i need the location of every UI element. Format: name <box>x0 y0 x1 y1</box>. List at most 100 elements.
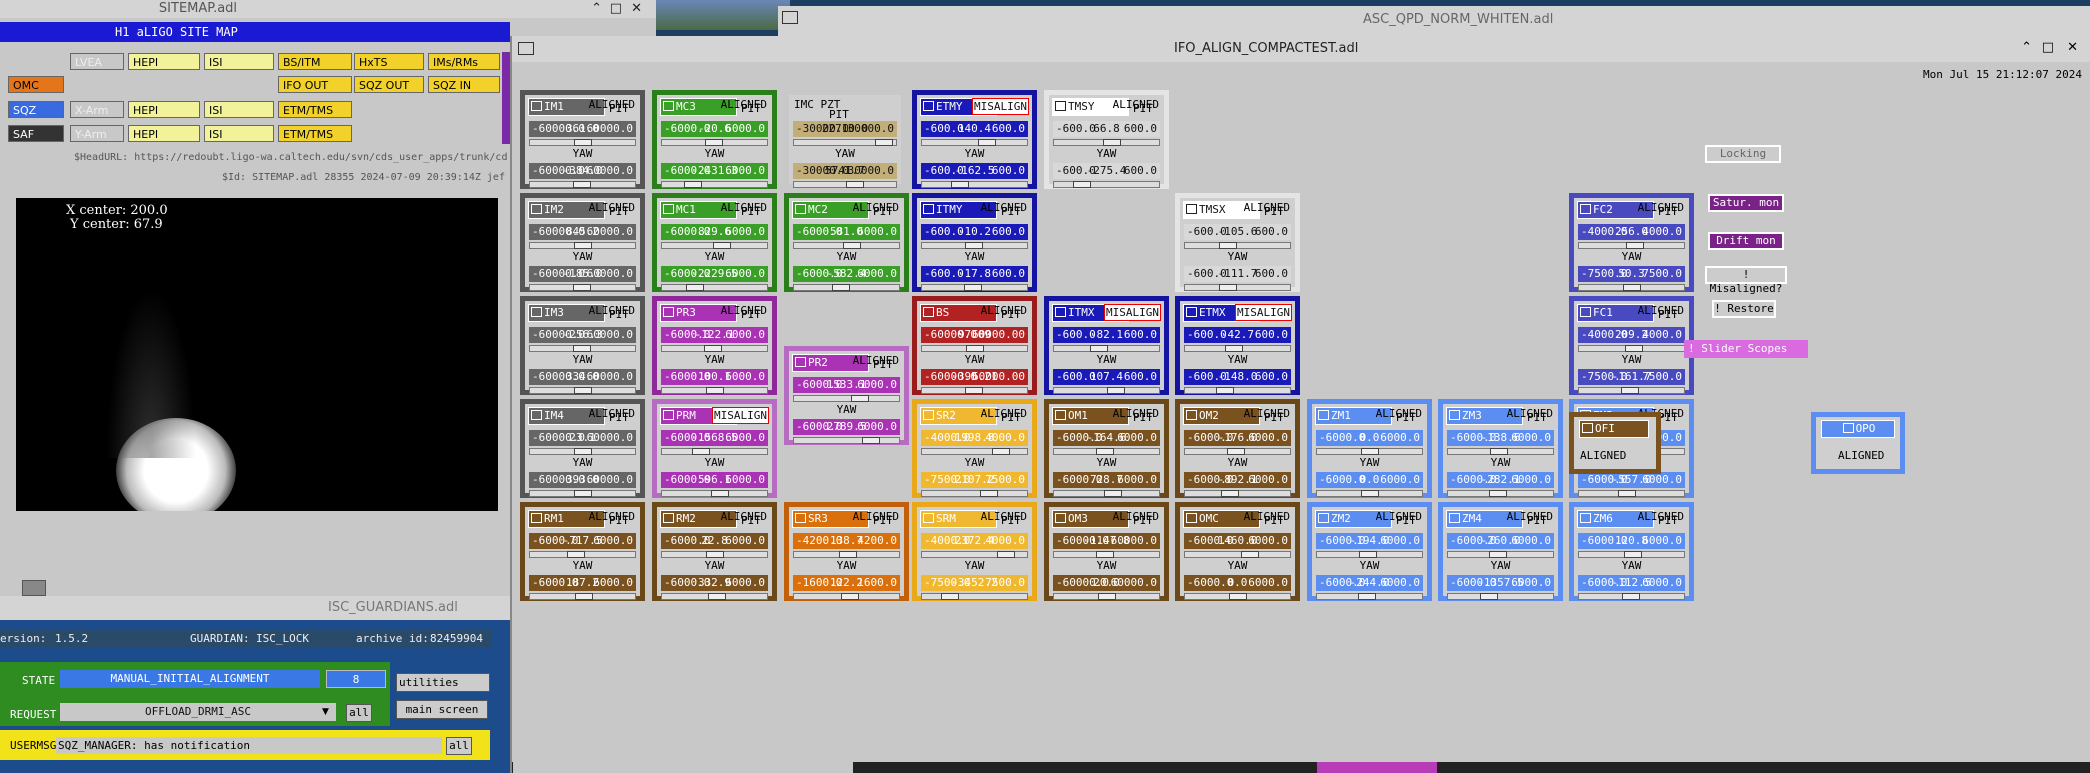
slider-handle[interactable] <box>573 490 592 497</box>
chevron-down-icon[interactable]: ▼ <box>322 707 329 717</box>
maximize-icon[interactable]: □ <box>2042 40 2054 55</box>
yaw-slider[interactable] <box>921 181 1028 188</box>
yaw-slider[interactable] <box>1184 593 1291 600</box>
slider-handle[interactable] <box>1625 242 1644 249</box>
slider-handle[interactable] <box>1617 490 1636 497</box>
pit-slider[interactable] <box>1578 242 1685 249</box>
pit-slider[interactable] <box>661 242 768 249</box>
yaw-slider[interactable] <box>921 387 1028 394</box>
slider-handle[interactable] <box>1241 551 1260 558</box>
slider-handle[interactable] <box>1621 387 1640 394</box>
pit-slider[interactable] <box>529 345 636 352</box>
pit-slider[interactable] <box>1053 345 1160 352</box>
request-select[interactable]: OFFLOAD_DRMI_ASC <box>60 703 336 721</box>
pit-slider[interactable] <box>529 242 636 249</box>
slider-handle[interactable] <box>1106 387 1125 394</box>
slider-handle[interactable] <box>1358 593 1377 600</box>
slider-handle[interactable] <box>1219 242 1238 249</box>
slider-handle[interactable] <box>573 345 592 352</box>
pit-slider[interactable] <box>661 448 768 455</box>
opo-button[interactable]: OPO <box>1821 420 1895 438</box>
yaw-slider[interactable] <box>529 593 636 600</box>
main-screen-button[interactable]: main screen <box>396 700 488 719</box>
yaw-slider[interactable] <box>921 284 1028 291</box>
slider-scopes-button[interactable]: ! Slider Scopes <box>1684 340 1808 358</box>
slider-handle[interactable] <box>1358 551 1377 558</box>
slider-handle[interactable] <box>1103 139 1122 146</box>
slider-handle[interactable] <box>1224 345 1243 352</box>
yaw-slider[interactable] <box>1447 490 1554 497</box>
yaw-slider[interactable] <box>1184 284 1291 291</box>
slider-handle[interactable] <box>874 139 893 146</box>
yaw-slider[interactable] <box>661 181 768 188</box>
sitemap-saf[interactable]: SAF <box>8 125 64 142</box>
slider-handle[interactable] <box>980 490 999 497</box>
slider-handle[interactable] <box>963 284 982 291</box>
sitemap-etm-tms-2[interactable]: ETM/TMS <box>278 125 352 142</box>
slider-handle[interactable] <box>1218 284 1237 291</box>
slider-handle[interactable] <box>965 387 984 394</box>
slider-handle[interactable] <box>573 181 592 188</box>
slider-handle[interactable] <box>1220 490 1239 497</box>
pit-slider[interactable] <box>1578 345 1685 352</box>
close-icon[interactable]: ✕ <box>2067 40 2078 55</box>
pit-slider[interactable] <box>1053 448 1160 455</box>
yaw-slider[interactable] <box>1578 490 1685 497</box>
slider-handle[interactable] <box>573 139 592 146</box>
pit-slider[interactable] <box>1184 551 1291 558</box>
slider-handle[interactable] <box>1096 448 1115 455</box>
slider-handle[interactable] <box>1623 551 1642 558</box>
slider-handle[interactable] <box>1360 490 1379 497</box>
yaw-slider[interactable] <box>793 181 897 188</box>
yaw-slider[interactable] <box>1053 387 1160 394</box>
sitemap-titlebar[interactable]: SITEMAP.adl ⌃ □ ✕ <box>0 0 656 18</box>
slider-handle[interactable] <box>850 395 869 402</box>
pit-slider[interactable] <box>921 139 1028 146</box>
camera-button[interactable] <box>22 580 46 596</box>
pit-slider[interactable] <box>921 345 1028 352</box>
slider-handle[interactable] <box>1360 448 1379 455</box>
pit-slider[interactable] <box>1053 551 1160 558</box>
pit-slider[interactable] <box>661 551 768 558</box>
yaw-slider[interactable] <box>793 284 900 291</box>
yaw-slider[interactable] <box>921 593 1028 600</box>
yaw-slider[interactable] <box>1316 490 1423 497</box>
slider-handle[interactable] <box>1096 551 1115 558</box>
slider-handle[interactable] <box>1097 593 1116 600</box>
sitemap-sqz[interactable]: SQZ <box>8 101 64 118</box>
locking-button[interactable]: Locking <box>1705 145 1781 163</box>
slider-handle[interactable] <box>1625 345 1644 352</box>
slider-handle[interactable] <box>573 448 592 455</box>
yaw-slider[interactable] <box>1578 387 1685 394</box>
pit-slider[interactable] <box>1184 345 1291 352</box>
sitemap-isi-2[interactable]: ISI <box>204 101 274 118</box>
usermsg-all-button[interactable]: all <box>446 737 472 755</box>
utilities-button[interactable]: utilities <box>396 673 490 692</box>
slider-handle[interactable] <box>574 242 593 249</box>
sitemap-hepi-2[interactable]: HEPI <box>128 101 200 118</box>
maximize-icon[interactable]: □ <box>610 0 622 18</box>
slider-handle[interactable] <box>941 593 960 600</box>
yaw-slider[interactable] <box>1447 593 1554 600</box>
pit-slider[interactable] <box>1316 448 1423 455</box>
pit-slider[interactable] <box>1184 448 1291 455</box>
sitemap-ifo-out[interactable]: IFO OUT <box>278 76 352 93</box>
slider-handle[interactable] <box>573 387 592 394</box>
yaw-slider[interactable] <box>793 593 900 600</box>
yaw-slider[interactable] <box>1053 593 1160 600</box>
yaw-slider[interactable] <box>921 490 1028 497</box>
slider-handle[interactable] <box>965 345 984 352</box>
slider-handle[interactable] <box>1215 387 1234 394</box>
slider-handle[interactable] <box>1073 181 1092 188</box>
sitemap-etm-tms-1[interactable]: ETM/TMS <box>278 101 352 118</box>
yaw-slider[interactable] <box>1578 593 1685 600</box>
slider-handle[interactable] <box>691 448 710 455</box>
slider-handle[interactable] <box>712 242 731 249</box>
yaw-slider[interactable] <box>1184 387 1291 394</box>
drift-mon-button[interactable]: Drift mon <box>1708 232 1784 250</box>
yaw-slider[interactable] <box>661 284 768 291</box>
pit-slider[interactable] <box>529 448 636 455</box>
misaligned-button[interactable]: ! Misaligned? <box>1705 266 1787 295</box>
yaw-slider[interactable] <box>529 284 636 291</box>
sitemap-hepi-1[interactable]: HEPI <box>128 53 200 70</box>
